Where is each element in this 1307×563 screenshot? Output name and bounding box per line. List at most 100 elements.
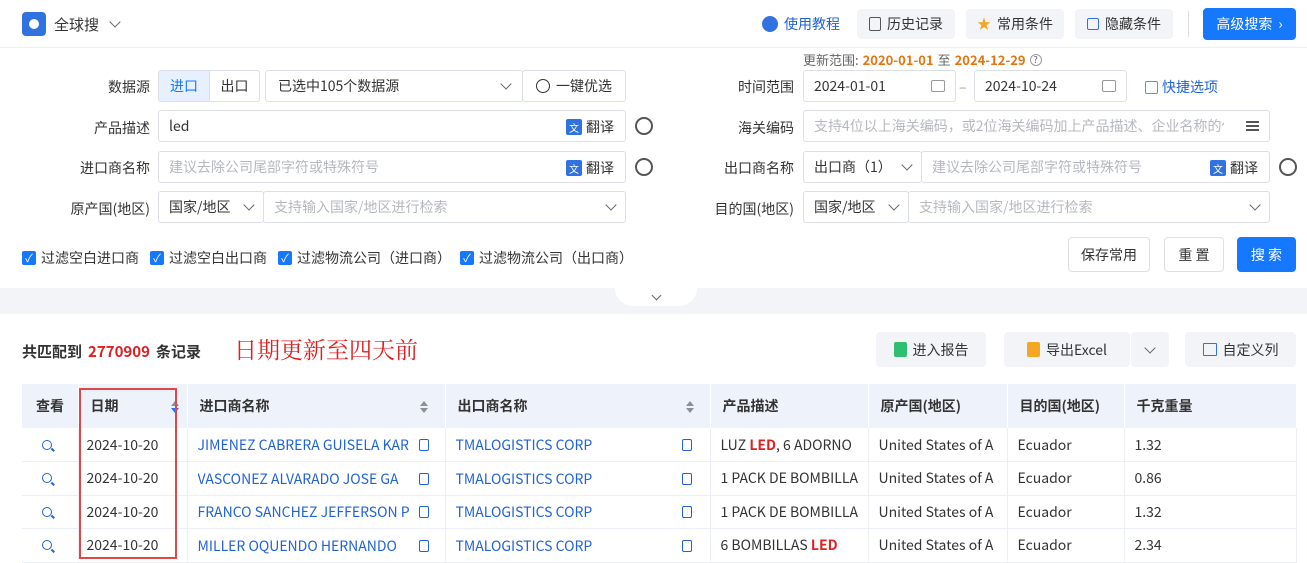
advanced-search-button[interactable]: 高级搜索 › [1203, 8, 1296, 40]
message-icon[interactable] [635, 117, 653, 135]
copy-icon[interactable] [681, 439, 692, 452]
filter-logistics-importer[interactable]: ✓ 过滤物流公司（进口商） [278, 248, 451, 268]
list-icon[interactable] [1246, 121, 1259, 131]
hs-code-input[interactable]: 支持4位以上海关编码，或2位海关编码加上产品描述、企业名称的任... [803, 110, 1270, 142]
cell-origin: United States of A [868, 461, 1008, 496]
help-icon[interactable]: ? [1029, 53, 1042, 66]
excel-icon [1026, 342, 1040, 357]
message-icon[interactable] [635, 158, 653, 176]
view-search-icon[interactable] [42, 439, 52, 450]
dest-input[interactable]: 支持输入国家/地区进行检索 [908, 191, 1270, 223]
message-icon[interactable] [1279, 158, 1297, 176]
filter-logistics-exporter[interactable]: ✓ 过滤物流公司（出口商） [460, 248, 633, 268]
importer-link[interactable]: MILLER OQUENDO HERNANDO [198, 536, 413, 556]
cell-exporter: TMALOGISTICS CORP [445, 528, 711, 563]
copy-icon[interactable] [681, 539, 692, 552]
chevron-right-icon: › [1278, 14, 1283, 34]
origin-type-select[interactable]: 国家/地区 [158, 191, 264, 223]
view-search-icon[interactable] [42, 540, 52, 551]
search-button[interactable]: 搜 索 [1237, 237, 1296, 272]
exporter-link[interactable]: TMALOGISTICS CORP [456, 536, 676, 556]
save-favorite-button[interactable]: 保存常用 [1068, 237, 1150, 272]
col-header-importer[interactable]: 进口商名称 [187, 384, 446, 428]
checkbox-checked-icon: ✓ [150, 250, 164, 266]
scope-label: 全球搜 [54, 13, 100, 35]
view-search-icon[interactable] [42, 506, 52, 517]
dest-type-select[interactable]: 国家/地区 [803, 191, 909, 223]
report-button[interactable]: 进入报告 [876, 332, 986, 367]
reset-button[interactable]: 重 置 [1164, 237, 1224, 272]
cell-importer: JIMENEZ CABRERA GUISELA KAR [187, 428, 446, 462]
translate-button[interactable]: 文 翻译 [566, 158, 614, 178]
cell-origin: United States of A [868, 495, 1008, 529]
exporter-link[interactable]: TMALOGISTICS CORP [456, 469, 676, 489]
date-update-annotation: 日期更新至四天前 [234, 332, 418, 365]
custom-columns-button[interactable]: 自定义列 [1185, 332, 1296, 367]
hs-code-label: 海关编码 [738, 118, 794, 138]
cell-description: 1 PACK DE BOMBILLA [710, 495, 869, 529]
table-row: 2024-10-20 VASCONEZ ALVARADO JOSE GA TMA… [22, 461, 1297, 496]
export-tab[interactable]: 出口 [209, 71, 259, 101]
cell-exporter: TMALOGISTICS CORP [445, 428, 711, 462]
grid-icon [1145, 80, 1158, 94]
translate-icon: 文 [566, 160, 582, 176]
table-row: 2024-10-20 FRANCO SANCHEZ JEFFERSON P TM… [22, 495, 1297, 529]
exporter-link[interactable]: TMALOGISTICS CORP [456, 502, 676, 522]
copy-icon[interactable] [418, 439, 429, 452]
view-search-icon[interactable] [42, 473, 52, 484]
origin-input[interactable]: 支持输入国家/地区进行检索 [263, 191, 626, 223]
exporter-label: 出口商名称 [724, 158, 794, 178]
cell-origin: United States of A [868, 528, 1008, 563]
chevron-down-icon [901, 159, 913, 171]
sort-icon[interactable] [685, 401, 694, 414]
export-options-button[interactable] [1131, 332, 1169, 367]
collapse-toggle[interactable] [615, 288, 697, 306]
calendar-icon [1102, 80, 1116, 92]
chevron-down-icon [243, 199, 255, 211]
report-icon [893, 342, 907, 357]
exporter-link[interactable]: TMALOGISTICS CORP [456, 435, 676, 455]
sort-icon[interactable] [419, 401, 428, 414]
cell-importer: FRANCO SANCHEZ JEFFERSON P [187, 495, 446, 529]
table-header-row: 查看 日期 进口商名称 出口商名称 产品描述 原产国(地区) 目的国(地区) 千… [22, 384, 1297, 428]
product-input[interactable]: led [158, 110, 626, 142]
exporter-type-select[interactable]: 出口商（1） [803, 151, 922, 183]
export-excel-button[interactable]: 导出Excel [1004, 332, 1130, 367]
translate-button[interactable]: 文 翻译 [1210, 158, 1258, 178]
copy-icon[interactable] [418, 472, 429, 485]
tutorial-link[interactable]: 使用教程 [762, 14, 840, 34]
history-button[interactable]: 历史记录 [857, 9, 955, 39]
cell-exporter: TMALOGISTICS CORP [445, 461, 711, 496]
translate-button[interactable]: 文 翻译 [566, 117, 614, 137]
check-circle-icon [536, 79, 550, 93]
scope-selector[interactable]: 全球搜 [22, 12, 121, 36]
favorites-button[interactable]: ★ 常用条件 [966, 9, 1064, 39]
results-summary: 共匹配到 2770909 条记录 [22, 341, 201, 362]
importer-link[interactable]: VASCONEZ ALVARADO JOSE GA [198, 469, 413, 489]
data-source-select[interactable]: 已选中105个数据源 [265, 70, 523, 102]
date-start-input[interactable]: 2024-01-01 [803, 70, 956, 102]
cell-importer: VASCONEZ ALVARADO JOSE GA [187, 461, 446, 496]
quick-options-link[interactable]: 快捷选项 [1145, 77, 1218, 97]
copy-icon[interactable] [681, 506, 692, 519]
import-tab[interactable]: 进口 [159, 71, 209, 101]
cell-destination: Ecuador [1007, 495, 1125, 529]
copy-icon[interactable] [418, 506, 429, 519]
importer-label: 进口商名称 [80, 158, 150, 178]
filter-blank-importer[interactable]: ✓ 过滤空白进口商 [22, 248, 139, 268]
hide-conditions-button[interactable]: 隐藏条件 [1075, 9, 1173, 39]
date-separator: – [959, 77, 967, 97]
importer-input[interactable]: 建议去除公司尾部字符或特殊符号 [158, 151, 626, 183]
date-end-input[interactable]: 2024-10-24 [974, 70, 1127, 102]
table-row: 2024-10-20 MILLER OQUENDO HERNANDO TMALO… [22, 528, 1297, 563]
header-divider [1188, 11, 1189, 37]
copy-icon[interactable] [418, 539, 429, 552]
col-header-origin: 原产国(地区) [868, 384, 1008, 428]
cell-weight: 1.32 [1124, 428, 1297, 462]
filter-blank-exporter[interactable]: ✓ 过滤空白出口商 [150, 248, 267, 268]
col-header-exporter[interactable]: 出口商名称 [445, 384, 711, 428]
copy-icon[interactable] [681, 472, 692, 485]
one-click-button[interactable]: 一键优选 [522, 70, 626, 102]
importer-link[interactable]: JIMENEZ CABRERA GUISELA KAR [198, 435, 413, 455]
importer-link[interactable]: FRANCO SANCHEZ JEFFERSON P [198, 502, 413, 522]
